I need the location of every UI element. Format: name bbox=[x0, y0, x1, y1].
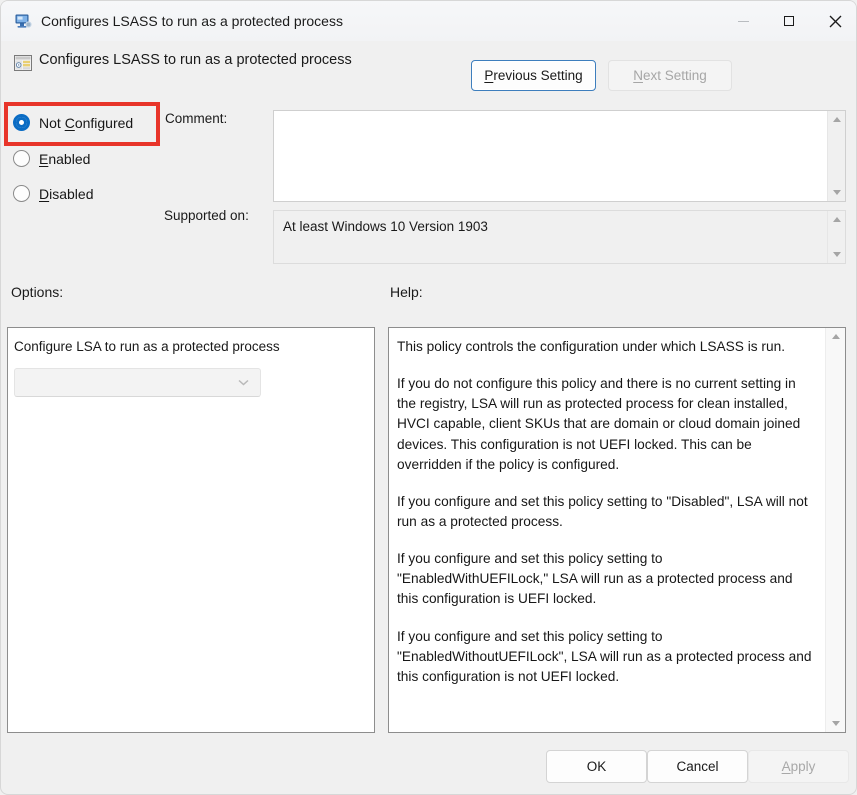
radio-selected-icon bbox=[13, 114, 30, 131]
close-button[interactable] bbox=[812, 1, 857, 41]
help-paragraph: If you do not configure this policy and … bbox=[397, 374, 815, 475]
scroll-up-button[interactable] bbox=[827, 328, 844, 345]
previous-setting-button[interactable]: Previous Setting bbox=[471, 60, 596, 91]
title-bar: Configures LSASS to run as a protected p… bbox=[1, 1, 857, 41]
previous-setting-label-rest: revious Setting bbox=[493, 68, 582, 83]
apply-label-rest: pply bbox=[791, 759, 816, 774]
close-icon bbox=[829, 15, 842, 28]
scroll-down-arrow-icon bbox=[833, 252, 841, 257]
scroll-down-arrow-icon bbox=[832, 721, 840, 726]
options-panel: Configure LSA to run as a protected proc… bbox=[7, 327, 375, 733]
next-setting-button[interactable]: Next Setting bbox=[608, 60, 732, 91]
next-setting-label-rest: ext Setting bbox=[643, 68, 707, 83]
policy-setting-dialog: Configures LSASS to run as a protected p… bbox=[0, 0, 857, 795]
supported-on-scrollbar[interactable] bbox=[827, 211, 845, 263]
cancel-button[interactable]: Cancel bbox=[647, 750, 748, 783]
supported-on-label: Supported on: bbox=[164, 208, 249, 223]
help-paragraph: If you configure and set this policy set… bbox=[397, 549, 815, 609]
maximize-icon bbox=[784, 16, 794, 26]
maximize-button[interactable] bbox=[766, 1, 812, 41]
comment-textbox[interactable] bbox=[273, 110, 846, 202]
scroll-down-button[interactable] bbox=[828, 184, 845, 201]
scroll-down-button[interactable] bbox=[827, 715, 844, 732]
computer-monitor-icon bbox=[14, 12, 32, 30]
option-setting-caption: Configure LSA to run as a protected proc… bbox=[14, 339, 280, 354]
chevron-down-icon bbox=[238, 379, 249, 386]
radio-unselected-icon bbox=[13, 185, 30, 202]
supported-on-textbox: At least Windows 10 Version 1903 bbox=[273, 210, 846, 264]
scroll-up-button[interactable] bbox=[828, 211, 845, 228]
radio-not-configured-label: Not Configured bbox=[39, 115, 133, 131]
scroll-up-button[interactable] bbox=[828, 111, 845, 128]
scroll-up-arrow-icon bbox=[833, 117, 841, 122]
window-caption-buttons bbox=[720, 1, 857, 41]
radio-not-configured[interactable]: Not Configured bbox=[13, 114, 133, 131]
radio-enabled[interactable]: Enabled bbox=[13, 150, 90, 167]
window-title: Configures LSASS to run as a protected p… bbox=[41, 13, 343, 29]
options-label: Options: bbox=[11, 284, 63, 300]
radio-disabled-label: Disabled bbox=[39, 186, 94, 202]
ok-button[interactable]: OK bbox=[546, 750, 647, 783]
scroll-up-arrow-icon bbox=[832, 334, 840, 339]
scroll-down-arrow-icon bbox=[833, 190, 841, 195]
supported-on-value: At least Windows 10 Version 1903 bbox=[274, 211, 827, 263]
help-label: Help: bbox=[390, 284, 423, 300]
lsa-protection-dropdown[interactable] bbox=[14, 368, 261, 397]
comment-label: Comment: bbox=[165, 111, 227, 126]
radio-enabled-label: Enabled bbox=[39, 151, 90, 167]
minimize-button[interactable] bbox=[720, 1, 766, 41]
scroll-down-button[interactable] bbox=[828, 246, 845, 263]
comment-scrollbar[interactable] bbox=[827, 111, 845, 201]
previous-setting-accel: P bbox=[484, 68, 493, 83]
next-setting-accel: N bbox=[633, 68, 643, 83]
help-paragraph: This policy controls the configuration u… bbox=[397, 337, 815, 357]
scroll-up-arrow-icon bbox=[833, 217, 841, 222]
apply-accel: A bbox=[782, 759, 791, 774]
help-panel: This policy controls the configuration u… bbox=[388, 327, 846, 733]
help-scrollbar[interactable] bbox=[825, 328, 845, 732]
minimize-icon bbox=[738, 21, 749, 22]
setting-header: Configures LSASS to run as a protected p… bbox=[1, 43, 857, 93]
help-paragraph: If you configure and set this policy set… bbox=[397, 627, 815, 687]
help-text-content: This policy controls the configuration u… bbox=[389, 328, 825, 732]
comment-value[interactable] bbox=[274, 111, 827, 201]
group-policy-setting-icon bbox=[13, 53, 33, 73]
radio-unselected-icon bbox=[13, 150, 30, 167]
setting-title: Configures LSASS to run as a protected p… bbox=[39, 52, 352, 68]
help-paragraph: If you configure and set this policy set… bbox=[397, 492, 815, 532]
apply-button[interactable]: Apply bbox=[748, 750, 849, 783]
radio-disabled[interactable]: Disabled bbox=[13, 185, 94, 202]
